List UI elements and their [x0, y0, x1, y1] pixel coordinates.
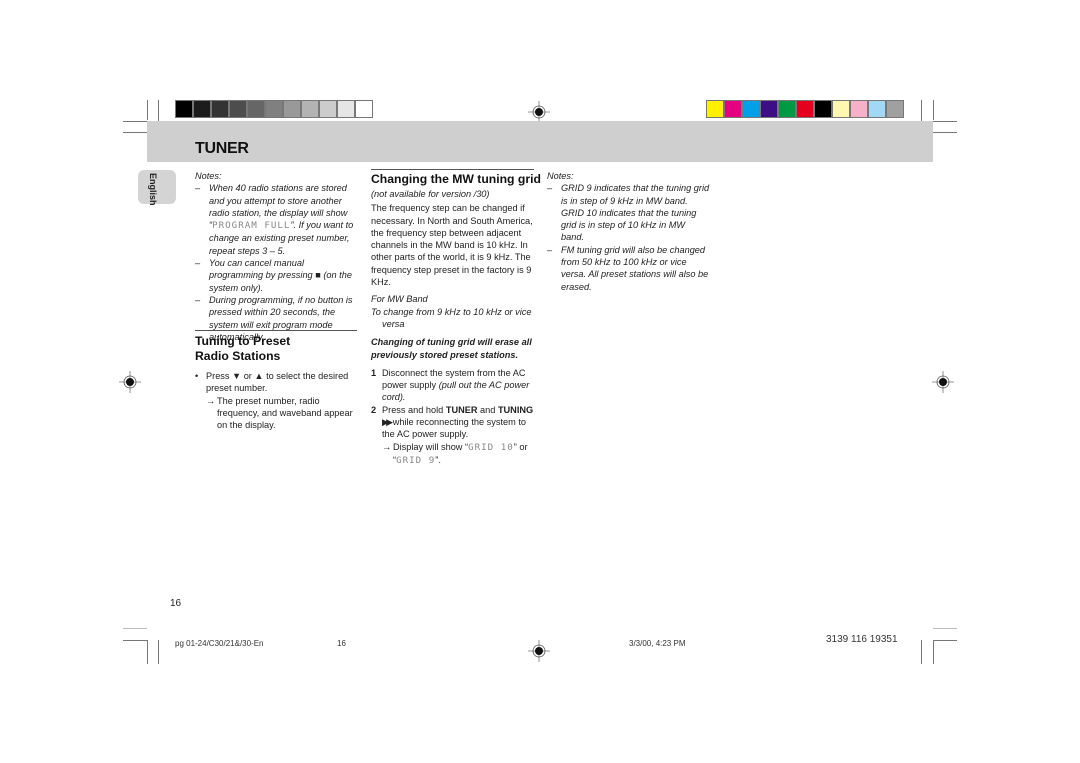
crop-mark [123, 132, 147, 133]
crop-mark [933, 628, 957, 629]
tuner-key-label: TUNER [445, 404, 478, 415]
footer-date: 3/3/00, 4:23 PM [629, 639, 686, 648]
lcd-display-text: PROGRAM FULL [212, 220, 291, 232]
color-swatch [356, 101, 372, 117]
fast-forward-icon: ▶▶ [382, 417, 393, 428]
tuning-key-label: TUNING [497, 404, 534, 415]
grayscale-color-bar [175, 100, 373, 118]
note-item: – You can cancel manual programming by p… [195, 258, 352, 293]
band-instruction: To change from 9 kHz to 10 kHz or vice v… [371, 306, 532, 329]
color-swatch [230, 101, 248, 117]
crop-mark [158, 640, 159, 664]
section-title: Changing the MW tuning grid [371, 172, 541, 186]
registration-mark-icon [528, 101, 550, 123]
color-swatch [338, 101, 356, 117]
registration-mark-icon [932, 371, 954, 393]
notes-title: Notes: [547, 171, 574, 181]
crop-mark [933, 100, 934, 120]
note-item: – FM tuning grid will also be changed fr… [547, 244, 709, 292]
color-swatch [248, 101, 266, 117]
color-swatch [194, 101, 212, 117]
lcd-display-text: GRID 10 [468, 441, 514, 453]
page-number: 16 [170, 598, 182, 609]
step-item: 2 Press and hold TUNER and TUNING ▶▶ whi… [371, 404, 534, 440]
color-swatch [851, 101, 869, 117]
middle-column: Changing the MW tuning grid (not availab… [371, 169, 541, 467]
right-column: Notes: – GRID 9 indicates that the tunin… [547, 170, 710, 293]
registration-mark-icon [528, 640, 550, 662]
footer-page-number: 16 [337, 639, 346, 648]
color-swatch [887, 101, 903, 117]
result-item: → The preset number, radio frequency, an… [206, 395, 353, 431]
section-divider [371, 169, 534, 170]
crop-mark [933, 640, 934, 664]
color-swatch [266, 101, 284, 117]
color-swatch [302, 101, 320, 117]
page-title: TUNER [195, 140, 249, 157]
crop-mark [147, 100, 148, 120]
up-arrow-icon: ▲ [254, 371, 264, 381]
crop-mark [933, 132, 957, 133]
crop-mark [147, 640, 148, 664]
color-swatch [176, 101, 194, 117]
warning-text: Changing of tuning grid will erase all p… [371, 337, 532, 360]
result-arrow-icon: → [382, 441, 392, 452]
crop-mark [933, 640, 957, 641]
note-item: – GRID 9 indicates that the tuning grid … [547, 183, 710, 243]
result-item: → Display will show “GRID 10” or “GRID 9… [382, 441, 528, 466]
crop-mark [123, 121, 147, 122]
body-text: The frequency step can be changed if nec… [371, 203, 533, 288]
color-swatch [815, 101, 833, 117]
lcd-display-text: GRID 9 [396, 454, 436, 466]
availability-note: (not available for version /30) [371, 189, 490, 199]
band-label: For MW Band [371, 294, 428, 305]
section-divider [195, 330, 357, 331]
footer-file-name: pg 01-24/C30/21&/30-En [175, 639, 264, 648]
color-swatch [725, 101, 743, 117]
crop-mark [123, 640, 147, 641]
color-swatch [761, 101, 779, 117]
step-item: 1 Disconnect the system from the AC powe… [371, 367, 530, 403]
note-item: – When 40 radio stations are stored and … [195, 183, 354, 256]
process-color-bar [706, 100, 904, 118]
registration-mark-icon [119, 371, 141, 393]
left-column: Notes: – When 40 radio stations are stor… [195, 170, 357, 343]
color-swatch [743, 101, 761, 117]
color-swatch [833, 101, 851, 117]
language-tab: English [138, 170, 176, 206]
section-title: Tuning to Preset Radio Stations [195, 334, 291, 363]
header-band: TUNER [147, 121, 933, 162]
color-swatch [284, 101, 302, 117]
instruction-item: • Press ▼ or ▲ to select the desired pre… [195, 371, 349, 394]
notes-title: Notes: [195, 171, 222, 181]
crop-mark [921, 640, 922, 664]
result-arrow-icon: → [206, 395, 216, 406]
color-swatch [212, 101, 230, 117]
color-swatch [797, 101, 815, 117]
color-swatch [869, 101, 887, 117]
crop-mark [123, 628, 147, 629]
down-arrow-icon: ▼ [232, 371, 242, 381]
color-swatch [779, 101, 797, 117]
footer-document-code: 3139 116 19351 [826, 634, 898, 645]
color-swatch [707, 101, 725, 117]
tuning-preset-section: Tuning to Preset Radio Stations • Press … [195, 330, 357, 431]
color-swatch [320, 101, 338, 117]
crop-mark [933, 121, 957, 122]
language-label: English [148, 173, 158, 206]
